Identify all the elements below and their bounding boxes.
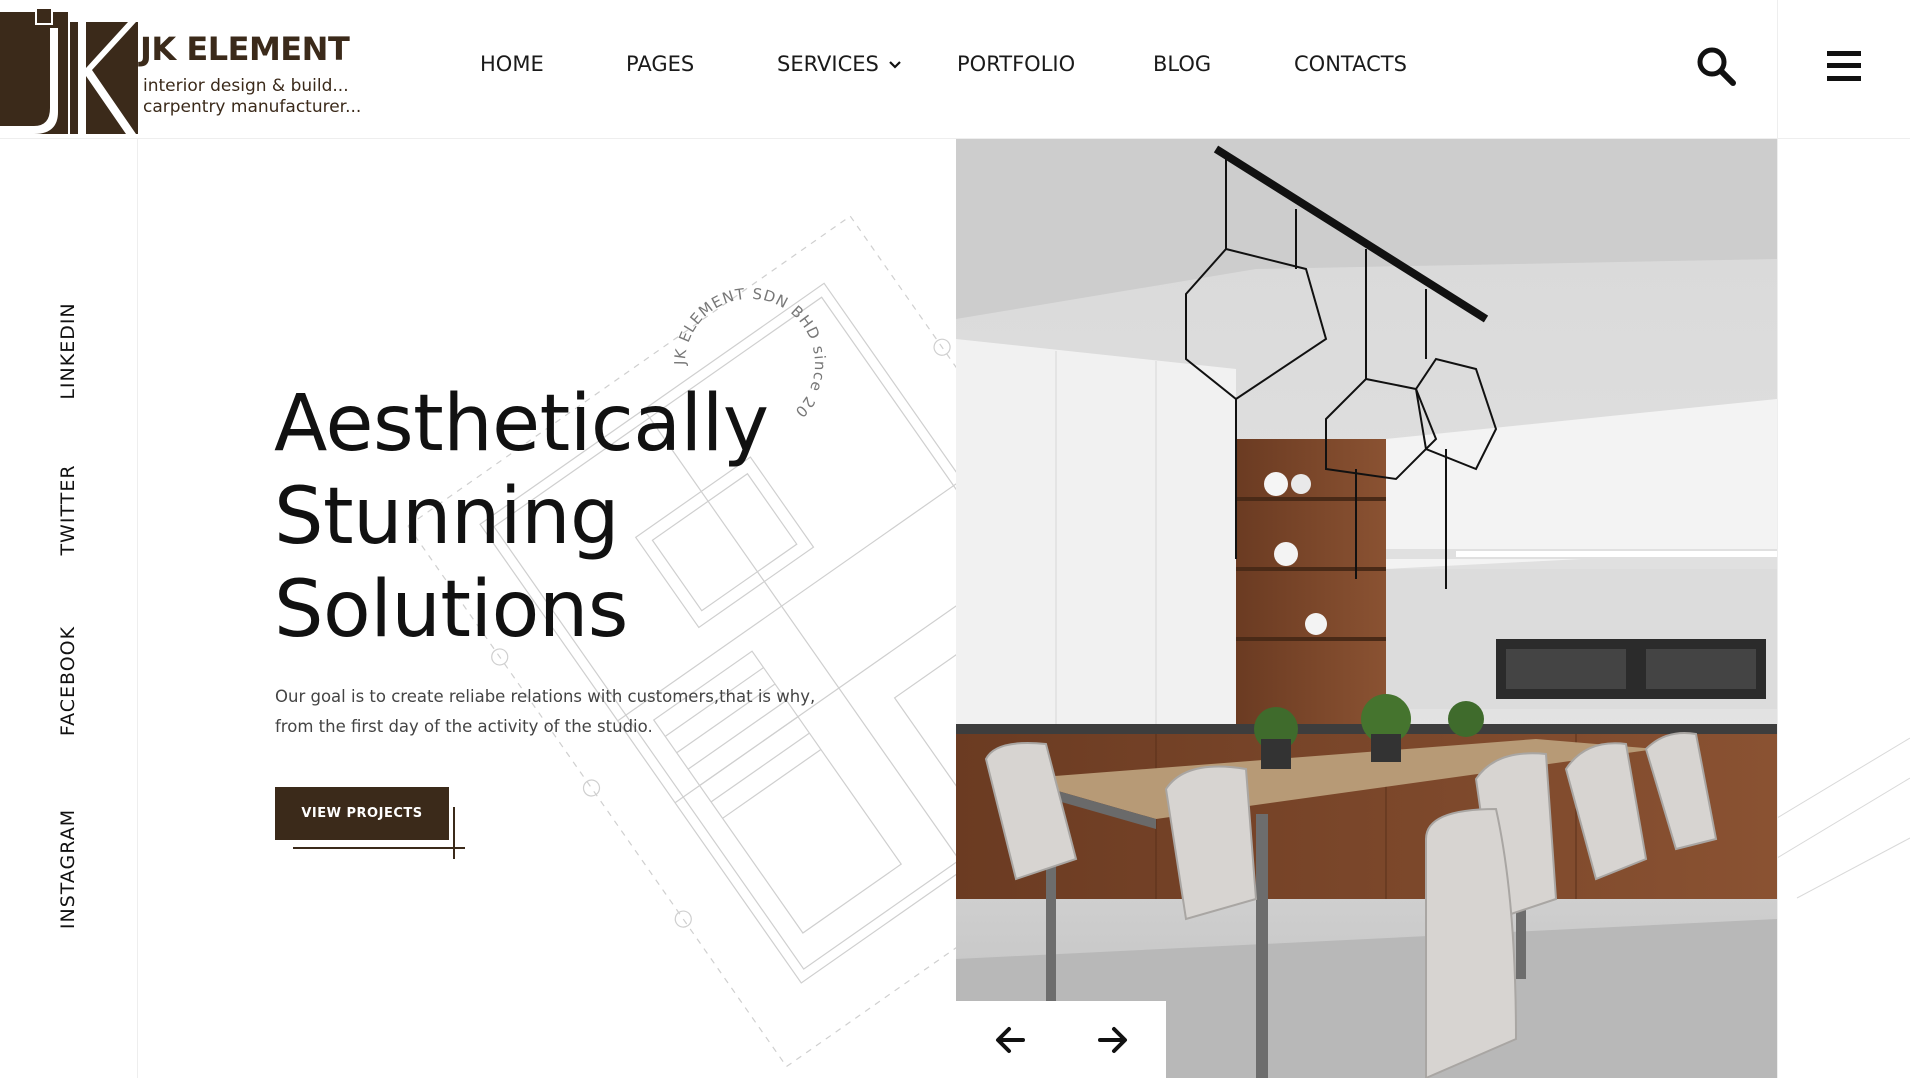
right-rail — [1777, 138, 1910, 1078]
brand-tagline-line-2: carpentry manufacturer... — [143, 97, 362, 117]
chevron-down-icon — [889, 61, 901, 69]
hero-description: Our goal is to create reliabe relations … — [275, 687, 816, 736]
social-linkedin[interactable]: LINKEDIN — [57, 302, 79, 399]
nav-pages[interactable]: PAGES — [626, 52, 694, 76]
hamburger-menu-icon[interactable] — [1827, 51, 1861, 81]
slider-controls — [956, 1001, 1166, 1078]
nav-services-label: SERVICES — [777, 52, 879, 76]
jk-monogram-logo[interactable] — [0, 8, 140, 138]
hero-title-line-2: Stunning — [274, 472, 620, 562]
search-icon[interactable] — [1694, 44, 1738, 88]
nav-blog[interactable]: BLOG — [1153, 52, 1211, 76]
menu-cell — [1777, 0, 1910, 138]
stamp-text: JK ELEMENT SDN BHD since 2000 — [665, 280, 828, 422]
nav-contacts[interactable]: CONTACTS — [1294, 52, 1407, 76]
hero-interior-image — [956, 139, 1777, 1078]
site-header: JK ELEMENT interior design & build... ca… — [0, 0, 1910, 139]
svg-text:JK ELEMENT SDN BHD since 2000: JK ELEMENT SDN BHD since 2000 — [665, 280, 829, 422]
social-facebook[interactable]: FACEBOOK — [57, 626, 79, 736]
view-projects-button[interactable]: VIEW PROJECTS — [275, 787, 449, 840]
since-2000-stamp: JK ELEMENT SDN BHD since 2000 — [665, 280, 829, 422]
nav-services[interactable]: SERVICES — [777, 52, 901, 76]
brand-name: JK ELEMENT — [140, 30, 350, 68]
nav-portfolio[interactable]: PORTFOLIO — [957, 52, 1075, 76]
nav-home[interactable]: HOME — [480, 52, 544, 76]
brand-tagline-line-1: interior design & build... — [143, 76, 349, 96]
cta-vertical-line — [453, 807, 455, 859]
arrow-left-icon[interactable] — [993, 1023, 1027, 1057]
arrow-right-icon[interactable] — [1096, 1023, 1130, 1057]
social-instagram[interactable]: INSTAGRAM — [57, 809, 79, 929]
social-rail: LINKEDIN TWITTER FACEBOOK INSTAGRAM — [0, 138, 138, 1078]
cta-underline — [293, 847, 465, 849]
social-twitter[interactable]: TWITTER — [57, 464, 79, 555]
cta-wrap: VIEW PROJECTS — [275, 787, 465, 859]
brand-tagline: interior design & build... carpentry man… — [143, 76, 361, 118]
hero-title-line-3: Solutions — [274, 565, 628, 655]
